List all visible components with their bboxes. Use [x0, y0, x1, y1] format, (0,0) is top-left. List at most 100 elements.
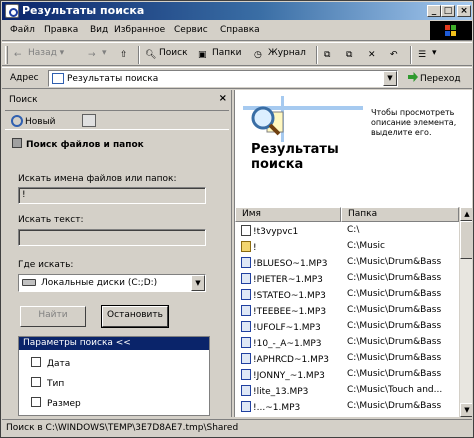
search-button[interactable]: 🔍︎ Поиск — [145, 48, 188, 62]
date-checkbox[interactable] — [31, 357, 41, 367]
folders-icon: ▣ — [198, 50, 207, 60]
scroll-thumb[interactable] — [460, 221, 472, 259]
title-bar[interactable]: Результаты поиска _ □ × — [2, 2, 472, 20]
folder-cell: C:\Music\Touch and... — [347, 385, 443, 395]
stop-button[interactable]: Остановить — [101, 305, 169, 328]
menu-help[interactable]: Справка — [220, 25, 260, 35]
where-dropdown-button[interactable]: ▼ — [191, 275, 205, 291]
back-button[interactable]: ← Назад ▾ — [14, 48, 64, 62]
table-row[interactable]: !UFOLF~1.MP3 C:\Music\Drum&Bass — [235, 319, 459, 335]
results-title: Результаты поиска — [251, 142, 339, 172]
explorer-window: Результаты поиска _ □ × Файл Правка Вид … — [0, 0, 474, 438]
views-button[interactable]: ☰ ▾ — [418, 48, 437, 62]
address-dropdown-button[interactable]: ▼ — [383, 71, 397, 86]
option-type[interactable]: Тип — [31, 377, 64, 389]
forward-button[interactable]: → ▾ — [88, 48, 107, 62]
option-date[interactable]: Дата — [31, 357, 70, 369]
menu-favorites[interactable]: Избранное — [114, 25, 165, 35]
text-label: Искать текст: — [18, 215, 84, 225]
search-params-box: Параметры поиска << Дата Тип Размер — [18, 336, 210, 416]
folders-label: Папки — [212, 48, 242, 58]
toolbar-grip[interactable] — [5, 46, 8, 64]
copy-to-button[interactable]: ⧉ — [346, 48, 360, 62]
search-pane-toolbar: Новый — [5, 110, 229, 130]
go-arrow-icon — [408, 72, 418, 82]
table-row[interactable]: !TEEBEE~1.MP3 C:\Music\Drum&Bass — [235, 303, 459, 319]
up-folder-button[interactable]: ⇧ — [120, 48, 134, 62]
table-row[interactable]: !lite_13.MP3 C:\Music\Touch and... — [235, 383, 459, 399]
type-checkbox[interactable] — [31, 377, 41, 387]
find-button[interactable]: Найти — [20, 306, 86, 327]
print-icon[interactable] — [82, 114, 96, 127]
names-input[interactable]: ! — [18, 187, 206, 204]
minimize-button[interactable]: _ — [427, 5, 441, 17]
audio-file-icon — [241, 273, 251, 284]
file-name: !lite_13.MP3 — [253, 387, 309, 397]
file-name: !APHRCD~1.MP3 — [253, 355, 330, 365]
results-scrollbar[interactable]: ▲ ▼ — [459, 207, 472, 417]
table-row[interactable]: !BLUESO~1.MP3 C:\Music\Drum&Bass — [235, 255, 459, 271]
column-folder-header[interactable]: Папка — [341, 207, 459, 222]
results-banner: Результаты поиска Чтобы просмотреть опис… — [235, 90, 472, 205]
table-row[interactable]: !t3vypvc1 C:\ — [235, 223, 459, 239]
table-row[interactable]: !JONNY_~1.MP3 C:\Music\Drum&Bass — [235, 367, 459, 383]
address-value: Результаты поиска — [67, 74, 159, 84]
window-title: Результаты поиска — [22, 4, 145, 17]
go-button[interactable]: Переход — [408, 72, 461, 84]
folder-cell: C:\Music\Drum&Bass — [347, 273, 442, 283]
folder-cell: C:\Music\Drum&Bass — [347, 353, 442, 363]
option-size[interactable]: Размер — [31, 397, 81, 409]
menu-view[interactable]: Вид — [90, 25, 108, 35]
go-label: Переход — [420, 74, 461, 84]
folders-button[interactable]: ▣ Папки — [198, 48, 241, 62]
maximize-button[interactable]: □ — [441, 5, 455, 17]
toolbar-separator — [410, 46, 412, 64]
folder-icon — [241, 241, 251, 252]
history-button[interactable]: ◷ Журнал — [254, 48, 306, 62]
standard-toolbar: ← Назад ▾ → ▾ ⇧ 🔍︎ Поиск ▣ Папки ◷ Журнал ⧉ ⧉… — [2, 42, 472, 66]
table-row[interactable]: !APHRCD~1.MP3 C:\Music\Drum&Bass — [235, 351, 459, 367]
table-row[interactable]: !10_-_A~1.MP3 C:\Music\Drum&Bass — [235, 335, 459, 351]
text-input-border — [19, 230, 205, 245]
where-select[interactable]: Локальные диски (C:;D:) ▼ — [18, 274, 206, 292]
undo-button[interactable]: ↶ — [390, 48, 404, 62]
scroll-down-button[interactable]: ▼ — [460, 403, 472, 417]
audio-file-icon — [241, 305, 251, 316]
move-to-icon: ⧉ — [324, 50, 331, 60]
folder-cell: C:\Music\Drum&Bass — [347, 289, 442, 299]
address-bar: Адрес Результаты поиска ▼ Переход — [2, 67, 472, 89]
menu-edit[interactable]: Правка — [44, 25, 78, 35]
scroll-up-button[interactable]: ▲ — [460, 207, 472, 221]
menu-tools[interactable]: Сервис — [174, 25, 208, 35]
file-name-cell: !STATEO~1.MP3 — [241, 289, 343, 301]
table-row[interactable]: ! C:\Music — [235, 239, 459, 255]
file-name: ! — [253, 243, 257, 253]
menu-file[interactable]: Файл — [10, 25, 35, 35]
file-name: !PIETER~1.MP3 — [253, 275, 323, 285]
search-pane-header: Поиск × — [5, 92, 229, 107]
address-field[interactable]: Результаты поиска ▼ — [48, 70, 398, 87]
history-label: Журнал — [268, 48, 306, 58]
windows-logo-icon — [430, 21, 472, 40]
folder-cell: C:\Music\Drum&Bass — [347, 337, 442, 347]
close-button[interactable]: × — [457, 5, 471, 17]
delete-button[interactable]: ✕ — [368, 48, 382, 62]
search-params-header[interactable]: Параметры поиска << — [19, 337, 209, 350]
size-checkbox[interactable] — [31, 397, 41, 407]
undo-icon: ↶ — [390, 50, 398, 60]
results-pane: Результаты поиска Чтобы просмотреть опис… — [234, 90, 472, 417]
file-name: !10_-_A~1.MP3 — [253, 339, 322, 349]
table-row[interactable]: !STATEO~1.MP3 C:\Music\Drum&Bass — [235, 287, 459, 303]
column-name-header[interactable]: Имя — [235, 207, 341, 222]
search-icon: 🔍︎ — [145, 50, 157, 60]
table-row[interactable]: !...~1.MP3 C:\Music\Drum&Bass — [235, 399, 459, 415]
move-to-button[interactable]: ⧉ — [324, 48, 338, 62]
pane-close-button[interactable]: × — [219, 93, 227, 104]
folder-cell: C:\Music\Drum&Bass — [347, 401, 442, 411]
text-input[interactable] — [18, 229, 206, 246]
new-search-button[interactable]: Новый — [11, 115, 56, 127]
table-row[interactable]: !PIETER~1.MP3 C:\Music\Drum&Bass — [235, 271, 459, 287]
file-name-cell: !...~1.MP3 — [241, 401, 343, 413]
where-label: Где искать: — [18, 260, 74, 270]
file-name-cell: !lite_13.MP3 — [241, 385, 343, 397]
